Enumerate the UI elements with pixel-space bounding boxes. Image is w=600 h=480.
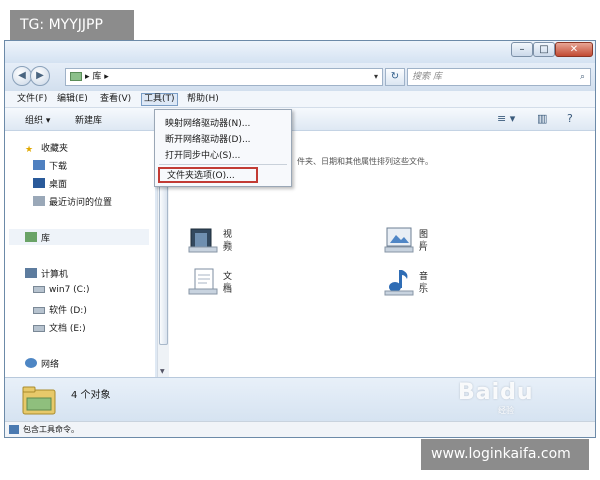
desktop-icon xyxy=(33,178,45,188)
watermark-bottom: www.loginkaifa.com xyxy=(421,439,589,470)
status-icon xyxy=(9,425,19,434)
close-button[interactable]: ✕ xyxy=(555,42,593,57)
sidebar-item-favorites[interactable]: ★ 收藏夹 xyxy=(25,141,68,155)
scroll-down-icon[interactable]: ▼ xyxy=(160,368,165,375)
menu-file[interactable]: 文件(F) xyxy=(17,93,47,106)
menu-view[interactable]: 查看(V) xyxy=(100,93,131,106)
search-icon[interactable]: ⌕ xyxy=(580,69,585,85)
search-placeholder: 搜索 库 xyxy=(412,72,442,82)
address-row: ◀ ▶ ▸ 库 ▸ ▾ ↻ 搜索 库 ⌕ xyxy=(5,63,595,91)
sidebar-item-downloads[interactable]: 下载 xyxy=(33,159,67,172)
drive-icon xyxy=(33,286,45,293)
sidebar-item-recent[interactable]: 最近访问的位置 xyxy=(33,195,112,208)
title-bar: – □ ✕ xyxy=(5,41,595,63)
library-type: 库 xyxy=(419,240,427,249)
computer-icon xyxy=(25,268,37,278)
item-count: 4 个对象 xyxy=(71,390,111,401)
sidebar-item-drive-d[interactable]: 软件 (D:) xyxy=(33,303,87,316)
maximize-button[interactable]: □ xyxy=(533,42,555,57)
new-library-button[interactable]: 新建库 xyxy=(75,113,102,126)
command-bar: 组织 ▾ 新建库 ≡ ▾ ▥ ? xyxy=(5,108,595,131)
drive-icon xyxy=(33,307,45,314)
view-options-icon[interactable]: ≡ ▾ xyxy=(497,112,515,125)
search-input[interactable]: 搜索 库 ⌕ xyxy=(407,68,591,86)
library-type: 库 xyxy=(223,240,231,249)
sidebar-item-drive-e[interactable]: 文档 (E:) xyxy=(33,321,86,334)
minimize-button[interactable]: – xyxy=(511,42,533,57)
menu-tools[interactable]: 工具(T) xyxy=(141,93,178,106)
baidu-logo-sub: 经验 xyxy=(498,406,514,415)
navigation-pane: ★ 收藏夹 下载 桌面 最近访问的位置 库 计算机 win7 (C:) 软件 (D… xyxy=(5,131,155,377)
menu-item-sync-center[interactable]: 打开同步中心(S)... xyxy=(165,148,240,161)
music-library-icon xyxy=(384,270,414,296)
address-path: ▸ 库 ▸ xyxy=(85,72,109,82)
menu-item-folder-options[interactable]: 文件夹选项(O)... xyxy=(158,167,258,183)
baidu-logo: Baidu xyxy=(458,380,534,405)
drive-icon xyxy=(33,325,45,332)
refresh-button[interactable]: ↻ xyxy=(385,68,405,86)
organize-button[interactable]: 组织 ▾ xyxy=(25,113,50,126)
help-icon[interactable]: ? xyxy=(567,112,573,125)
star-icon: ★ xyxy=(25,145,34,155)
video-library-icon xyxy=(188,228,218,253)
address-bar[interactable]: ▸ 库 ▸ ▾ xyxy=(65,68,383,86)
watermark-top: TG: MYYJJPP xyxy=(10,10,134,40)
library-type: 库 xyxy=(419,282,427,291)
menu-help[interactable]: 帮助(H) xyxy=(187,93,219,106)
picture-library-icon xyxy=(384,227,414,253)
tools-menu: 映射网络驱动器(N)... 断开网络驱动器(D)... 打开同步中心(S)...… xyxy=(154,109,292,187)
sidebar-item-drive-c[interactable]: win7 (C:) xyxy=(33,285,90,295)
forward-button[interactable]: ▶ xyxy=(30,66,50,86)
address-dropdown-icon[interactable]: ▾ xyxy=(374,69,378,85)
document-library-icon xyxy=(188,268,218,295)
sidebar-item-network[interactable]: 网络 xyxy=(25,357,59,370)
menu-item-disconnect-drive[interactable]: 断开网络驱动器(D)... xyxy=(165,132,251,145)
network-icon xyxy=(25,358,37,368)
menu-item-map-drive[interactable]: 映射网络驱动器(N)... xyxy=(165,116,250,129)
status-text: 包含工具命令。 xyxy=(23,425,79,434)
menu-edit[interactable]: 编辑(E) xyxy=(57,93,88,106)
status-bar: 包含工具命令。 xyxy=(5,421,595,437)
back-button[interactable]: ◀ xyxy=(12,66,32,86)
explorer-window: – □ ✕ ◀ ▶ ▸ 库 ▸ ▾ ↻ 搜索 库 ⌕ 文件(F) 编辑(E) 查… xyxy=(4,40,596,438)
sidebar-item-computer[interactable]: 计算机 xyxy=(25,267,68,280)
arrange-hint: 件夹、日期和其他属性排列这些文件。 xyxy=(297,157,433,166)
menu-bar: 文件(F) 编辑(E) 查看(V) 工具(T) 帮助(H) xyxy=(5,91,595,108)
library-type: 库 xyxy=(223,282,231,291)
preview-pane-icon[interactable]: ▥ xyxy=(537,112,547,125)
sidebar-item-desktop[interactable]: 桌面 xyxy=(33,177,67,190)
libraries-folder-icon xyxy=(22,386,56,415)
menu-separator xyxy=(159,164,287,165)
download-folder-icon xyxy=(33,160,45,170)
library-icon xyxy=(25,232,37,242)
recent-places-icon xyxy=(33,196,45,206)
sidebar-item-libraries[interactable]: 库 xyxy=(25,231,50,244)
library-folder-icon xyxy=(70,72,82,81)
